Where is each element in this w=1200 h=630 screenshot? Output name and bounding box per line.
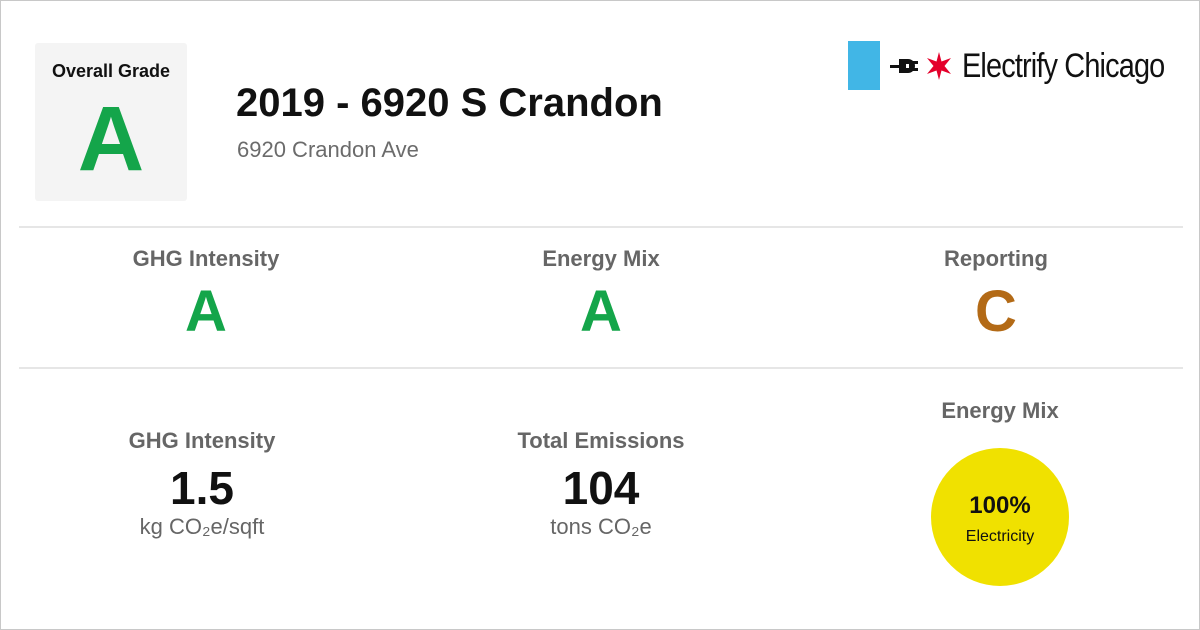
divider-top bbox=[19, 226, 1183, 228]
metric-label: Total Emissions bbox=[517, 428, 685, 453]
grade-reporting: Reporting C bbox=[796, 246, 1196, 344]
metric-ghg-intensity: GHG Intensity 1.5 kg CO₂e/sqft bbox=[2, 428, 402, 540]
logo-text: Electrify Chicago bbox=[962, 47, 1165, 85]
overall-grade-label: Overall Grade bbox=[51, 61, 171, 81]
metric-unit: tons CO₂e bbox=[550, 514, 652, 539]
building-title: 2019 - 6920 S Crandon bbox=[236, 81, 663, 125]
grade-value: C bbox=[975, 279, 1017, 344]
metric-label: Energy Mix bbox=[941, 398, 1059, 423]
grade-energy-mix: Energy Mix A bbox=[401, 246, 801, 344]
grade-value: A bbox=[185, 279, 227, 344]
electrify-chicago-logo: Electrify Chicago bbox=[848, 41, 1178, 93]
metric-value: 104 bbox=[562, 462, 640, 514]
energy-mix-percent: 100% bbox=[969, 492, 1031, 519]
grade-value: A bbox=[580, 279, 622, 344]
grade-label: Reporting bbox=[944, 246, 1048, 271]
energy-mix-source: Electricity bbox=[965, 528, 1035, 545]
logo-blue-bar bbox=[848, 41, 880, 90]
overall-grade-box: Overall Grade A bbox=[35, 43, 187, 201]
metric-value: 1.5 bbox=[170, 462, 234, 514]
chicago-star-icon bbox=[927, 52, 951, 80]
divider-middle bbox=[19, 367, 1183, 369]
grade-label: GHG Intensity bbox=[132, 246, 280, 271]
plug-icon bbox=[890, 59, 918, 73]
building-address: 6920 Crandon Ave bbox=[237, 137, 419, 162]
overall-grade-value: A bbox=[77, 88, 145, 190]
energy-mix-heading: Energy Mix bbox=[800, 398, 1200, 424]
grade-label: Energy Mix bbox=[542, 246, 660, 271]
share-card: Overall Grade A 2019 - 6920 S Crandon 69… bbox=[0, 0, 1200, 630]
metric-unit: kg CO₂e/sqft bbox=[139, 514, 265, 539]
energy-mix-circle: 100% Electricity bbox=[931, 448, 1069, 586]
metric-label: GHG Intensity bbox=[128, 428, 276, 453]
grade-ghg-intensity: GHG Intensity A bbox=[6, 246, 406, 344]
metric-total-emissions: Total Emissions 104 tons CO₂e bbox=[401, 428, 801, 540]
